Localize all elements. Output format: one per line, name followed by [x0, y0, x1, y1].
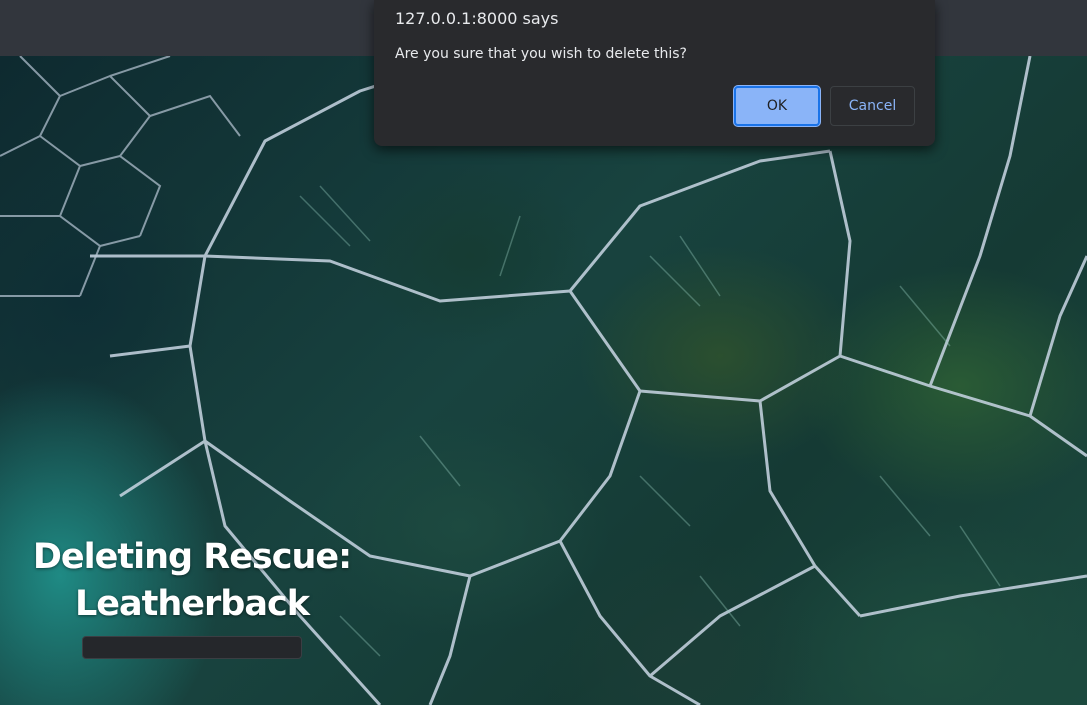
cancel-button[interactable]: Cancel [830, 86, 915, 126]
confirm-dialog: 127.0.0.1:8000 says Are you sure that yo… [374, 0, 935, 146]
dialog-title: 127.0.0.1:8000 says [395, 9, 559, 28]
delete-form-bar[interactable] [82, 636, 302, 659]
heading-line-2: Leatherback [75, 584, 310, 624]
dialog-message: Are you sure that you wish to delete thi… [395, 46, 687, 62]
ok-button[interactable]: OK [734, 86, 820, 126]
page-heading: Deleting Rescue: Leatherback [12, 534, 372, 628]
turtle-shell-background-image: Deleting Rescue: Leatherback [0, 56, 1087, 705]
heading-line-1: Deleting Rescue: [32, 537, 352, 577]
